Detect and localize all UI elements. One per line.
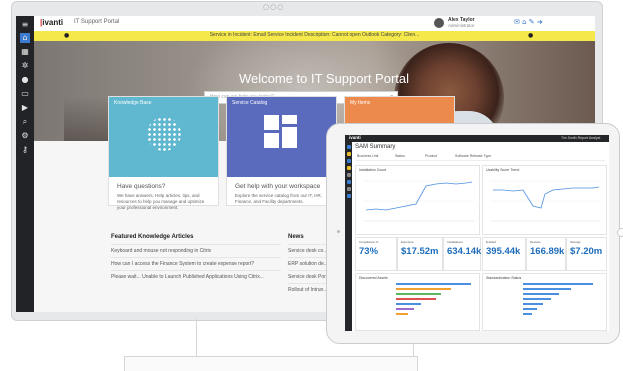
discovered-assets-bar-chart — [396, 283, 471, 315]
monitor-base — [124, 356, 418, 371]
usability-chart-panel: Usability Score Trend — [482, 165, 607, 235]
menu-icon[interactable]: ≡ — [20, 20, 30, 30]
user-avatar[interactable] — [434, 18, 444, 28]
toolbar-icons: ✉ ⌂ ✎ ➜ — [514, 18, 543, 26]
card-header: Service Catalog — [227, 97, 336, 177]
kpi-tile[interactable]: Entitled 395.44k — [482, 237, 526, 271]
search-icon[interactable]: ⌕ — [20, 117, 30, 127]
standardization-panel: Standardization Status — [482, 273, 607, 331]
banner-text: Service in Incident: Email Service Incid… — [209, 32, 420, 38]
card-service-catalog[interactable]: Service Catalog Get help with your works… — [226, 96, 337, 206]
cart-icon[interactable]: ⌂ — [522, 18, 526, 26]
tablet-camera — [337, 230, 340, 233]
grid-icon — [264, 115, 298, 149]
close-icon[interactable]: ● — [528, 32, 533, 39]
filter-dropdown[interactable]: Business Unit — [357, 154, 378, 158]
left-sidebar: ≡ ⌂ ▦ ✲ ● ▭ ▶ ⌕ ⚙ ⚷ — [16, 16, 34, 312]
megaphone-icon[interactable]: ▶ — [20, 103, 30, 113]
ivanti-logo: |ivanti — [40, 18, 64, 27]
kpi-value: $7.20m — [570, 246, 603, 257]
user-role: Administrator — [448, 23, 475, 28]
filter-dropdown[interactable]: Status — [395, 154, 405, 158]
gear-icon[interactable]: ⚙ — [20, 131, 30, 141]
kpi-value: 166.89k — [530, 246, 565, 257]
list-item[interactable]: Keyboard and mouse not responding in Cit… — [111, 244, 281, 257]
card-label: Service Catalog — [232, 100, 268, 106]
card-title: Get help with your workspace — [235, 183, 321, 190]
kpi-label: Installations — [447, 240, 463, 244]
hero-title: Welcome to IT Support Portal — [238, 71, 410, 86]
kpi-label: Savings — [570, 240, 581, 244]
kpi-tile[interactable]: Exposure $17.52m — [397, 237, 443, 271]
edit-icon[interactable]: ✎ — [529, 18, 535, 26]
card-label: Knowledge Base — [114, 100, 152, 106]
tablet-nav-icon[interactable] — [346, 152, 351, 156]
kpi-tile[interactable]: Savings $7.20m — [566, 237, 607, 271]
top-bar: |ivanti IT Support Portal Alex Taylor Ad… — [34, 16, 595, 32]
featured-articles-title: Featured Knowledge Articles — [111, 234, 194, 240]
kpi-value: 634.14k — [447, 246, 482, 257]
announcement-banner[interactable]: ● Service in Incident: Email Service Inc… — [34, 31, 595, 41]
card-title: Have questions? — [117, 183, 166, 190]
kpi-tile[interactable]: Devices 166.89k — [526, 237, 566, 271]
card-description: We have answers. Help articles, tips, an… — [117, 193, 205, 210]
tablet-nav-icon[interactable] — [346, 194, 351, 198]
folder-icon[interactable]: ▭ — [20, 89, 30, 99]
card-label: My Items — [350, 100, 371, 106]
tablet-nav-icon[interactable] — [346, 159, 351, 163]
tablet-screen: ivanti Tim Smith Report Analyst SAM Summ… — [345, 135, 609, 331]
kpi-label: Entitled — [486, 240, 497, 244]
notification-icon[interactable]: ✉ — [514, 18, 520, 26]
kpi-label: Compliance % — [359, 240, 379, 244]
camera-dots: ○○○ — [263, 3, 285, 11]
kpi-tile[interactable]: Compliance % 73% — [355, 237, 397, 271]
standardization-bar-chart — [523, 283, 593, 315]
filter-bar: Business Unit Status Product Software Re… — [355, 153, 605, 161]
installation-chart-panel: Installation Count — [355, 165, 480, 235]
key-icon[interactable]: ⚷ — [20, 145, 30, 155]
tablet-logo: ivanti — [349, 135, 361, 140]
tablet-nav-icon[interactable] — [346, 180, 351, 184]
lightbulb-dots-icon — [147, 117, 181, 151]
settings-icon[interactable]: ✲ — [20, 61, 30, 71]
app-title: IT Support Portal — [74, 19, 120, 25]
home-icon[interactable]: ⌂ — [20, 33, 30, 43]
signout-icon[interactable]: ➜ — [537, 18, 543, 26]
kpi-label: Exposure — [401, 240, 414, 244]
tablet-user[interactable]: Tim Smith Report Analyst — [561, 136, 600, 140]
tablet-sidebar — [345, 142, 352, 331]
chat-icon[interactable]: ● — [20, 75, 30, 85]
tablet-home-button — [617, 228, 623, 237]
dashboard-icon[interactable]: ▦ — [20, 47, 30, 57]
tablet-top-bar: ivanti Tim Smith Report Analyst — [345, 135, 609, 142]
filter-dropdown[interactable]: Software Release Type — [455, 154, 491, 158]
card-header: Knowledge Base — [109, 97, 218, 177]
discovered-assets-panel: Discovered Assets — [355, 273, 480, 331]
card-knowledge-base[interactable]: Knowledge Base Have questions? We have a… — [108, 96, 219, 210]
tablet-nav-icon[interactable] — [346, 166, 351, 170]
featured-articles: Featured Knowledge Articles Keyboard and… — [111, 234, 281, 283]
tablet-nav-icon[interactable] — [346, 187, 351, 191]
list-item[interactable]: Please wait... Unable to Launch Publishe… — [111, 270, 281, 283]
kpi-value: 395.44k — [486, 246, 521, 257]
tablet-nav-icon[interactable] — [346, 173, 351, 177]
usability-line-chart — [491, 180, 601, 222]
filter-dropdown[interactable]: Product — [425, 154, 437, 158]
card-description: Explore the service catalog from our IT,… — [235, 193, 323, 204]
kpi-value: $17.52m — [401, 246, 439, 257]
dashboard-title: SAM Summary — [355, 144, 396, 150]
installation-line-chart — [364, 180, 474, 222]
kpi-label: Devices — [530, 240, 541, 244]
kpi-value: 73% — [359, 246, 379, 257]
list-item[interactable]: How can I access the Finance System to c… — [111, 257, 281, 270]
kpi-tile[interactable]: Installations 634.14k — [443, 237, 481, 271]
tablet-nav-icon[interactable] — [346, 145, 351, 149]
